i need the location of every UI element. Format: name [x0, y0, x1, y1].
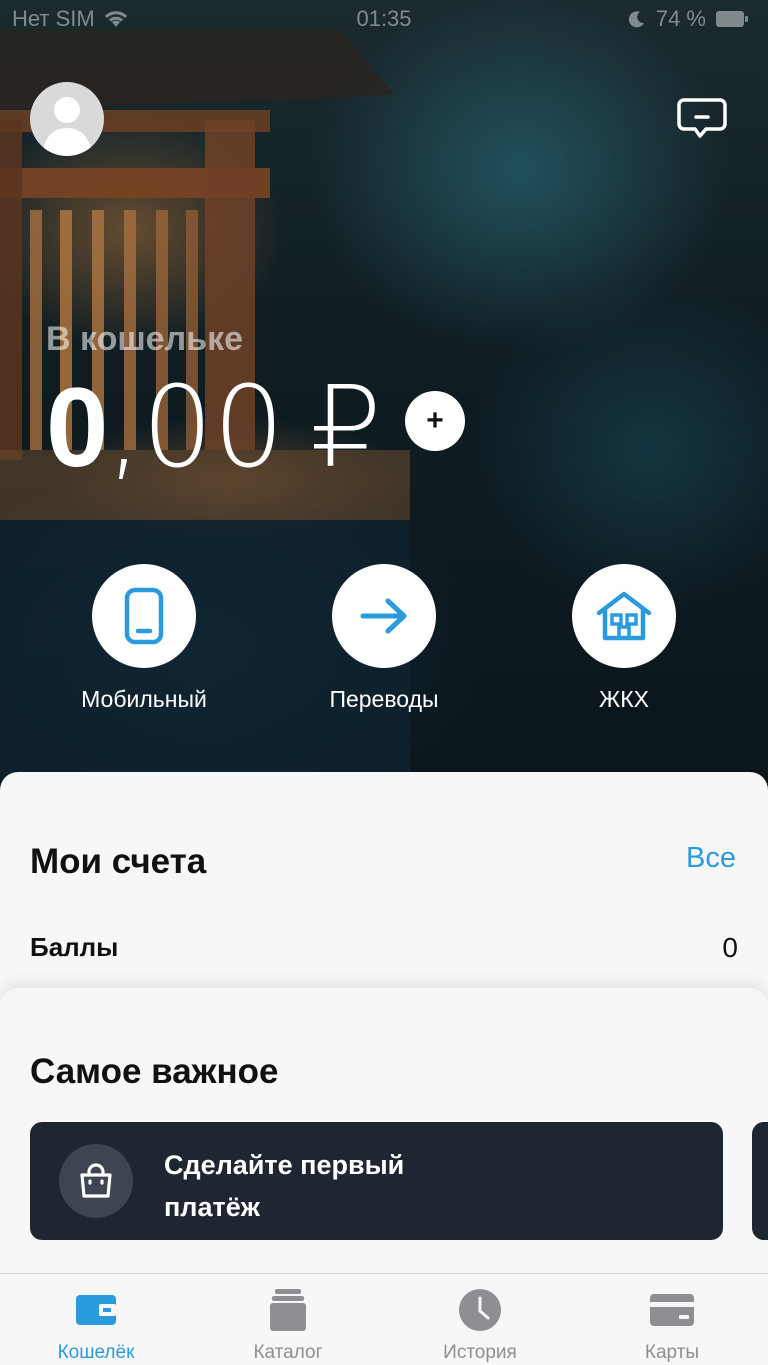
accounts-all-link[interactable]: Все	[686, 842, 736, 875]
action-utilities[interactable]: ЖКХ	[524, 564, 724, 713]
tab-catalog-label: Каталог	[253, 1342, 323, 1363]
important-title: Самое важное	[30, 1052, 279, 1091]
action-mobile[interactable]: Мобильный	[44, 564, 244, 713]
currency-symbol: ₽	[310, 363, 382, 493]
tab-catalog[interactable]: Каталог	[192, 1288, 384, 1364]
status-bar: Нет SIM 01:35 74 %	[0, 0, 768, 40]
bonus-account-label[interactable]: Баллы	[30, 932, 118, 963]
moon-icon	[628, 11, 644, 28]
bonus-account-value: 0	[722, 932, 738, 963]
tab-history-icon-wrap	[384, 1288, 576, 1332]
clock-icon	[459, 1289, 501, 1331]
important-section: Самое важное Сделайте первый платёж	[0, 988, 768, 1278]
tab-catalog-icon-wrap	[192, 1288, 384, 1332]
tab-cards-label: Карты	[644, 1342, 700, 1363]
accounts-title: Мои счета	[30, 842, 207, 881]
chat-bubble-icon	[677, 98, 727, 138]
first-payment-text: Сделайте первый платёж	[164, 1150, 405, 1222]
tab-wallet-label: Кошелёк	[57, 1342, 135, 1363]
catalog-icon	[270, 1289, 306, 1331]
battery-percent: 74 %	[655, 6, 706, 31]
action-mobile-circle[interactable]	[92, 564, 196, 668]
house-icon	[596, 591, 652, 641]
topup-button[interactable]: +	[405, 391, 465, 451]
status-right: 74 %	[628, 6, 748, 32]
first-payment-card[interactable]: Сделайте первый платёж	[30, 1122, 723, 1240]
tab-wallet[interactable]: Кошелёк	[0, 1288, 192, 1364]
tab-cards[interactable]: Карты	[576, 1288, 768, 1364]
arrow-right-icon	[360, 598, 407, 634]
action-transfers-label: Переводы	[329, 686, 439, 712]
tab-wallet-icon-wrap	[0, 1288, 192, 1332]
profile-avatar-button[interactable]	[30, 82, 104, 156]
card-icon	[650, 1294, 694, 1326]
tab-history[interactable]: История	[384, 1288, 576, 1364]
promo-icon-circle	[59, 1144, 133, 1218]
next-card-peek[interactable]	[752, 1122, 768, 1240]
user-avatar-icon	[42, 97, 92, 156]
wallet-balance: 0,00 ₽	[46, 372, 382, 485]
wallet-icon	[76, 1295, 116, 1325]
tab-history-label: История	[443, 1342, 517, 1363]
tab-bar: Кошелёк Каталог История Карты	[0, 1273, 768, 1365]
action-transfers[interactable]: Переводы	[284, 564, 484, 713]
battery-icon	[716, 11, 748, 27]
mobile-phone-icon	[124, 587, 164, 645]
chat-button[interactable]	[676, 96, 728, 142]
action-transfers-circle[interactable]	[332, 564, 436, 668]
action-utilities-label: ЖКХ	[599, 686, 649, 712]
balance-fraction: ,00	[106, 363, 285, 493]
balance-integer: 0	[46, 365, 108, 490]
action-mobile-label: Мобильный	[81, 686, 207, 712]
action-utilities-circle[interactable]	[572, 564, 676, 668]
shopping-bag-icon	[80, 1163, 112, 1198]
tab-cards-icon-wrap	[576, 1288, 768, 1332]
wallet-label: В кошельке	[46, 320, 244, 358]
